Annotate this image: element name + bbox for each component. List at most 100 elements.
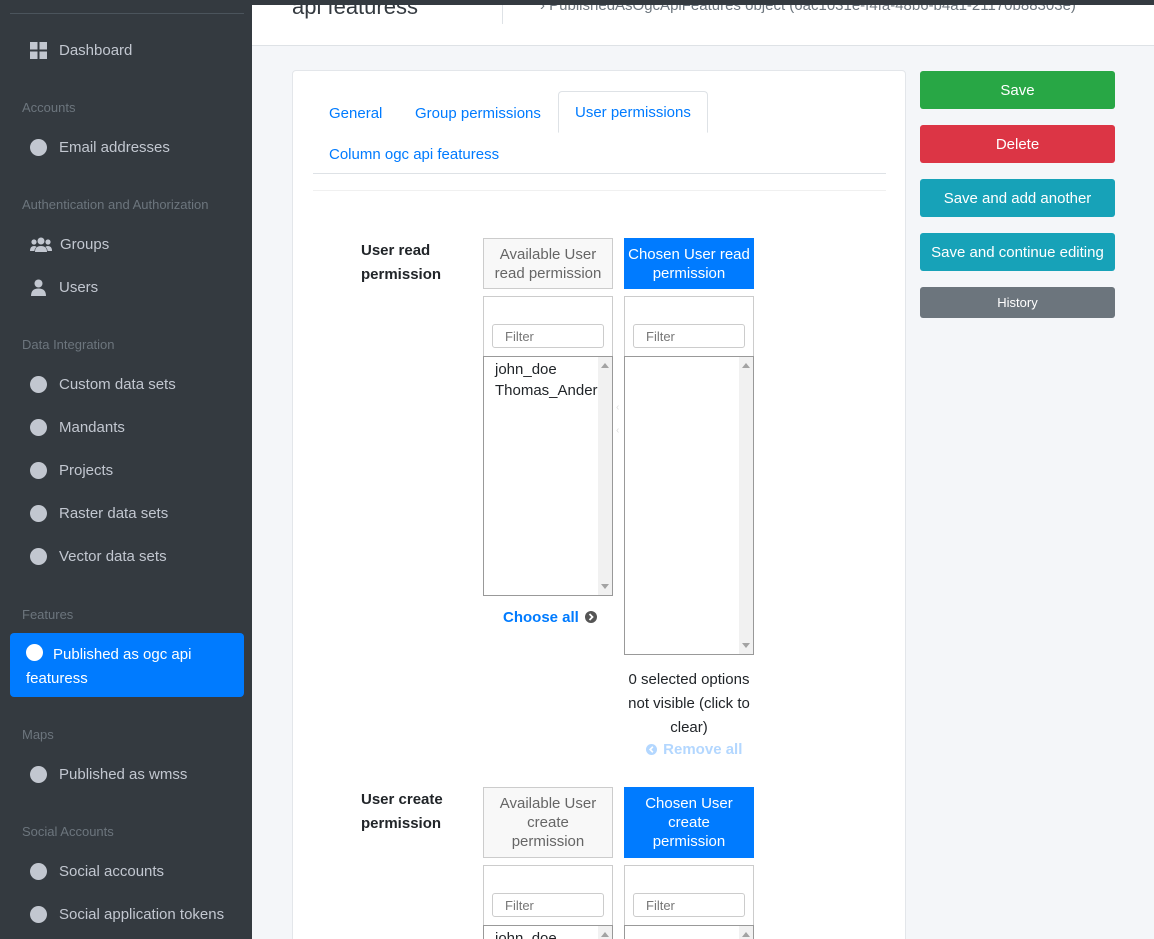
tab-user-permissions[interactable]: User permissions [558,91,708,133]
scrollbar[interactable] [598,926,612,939]
sidebar-item-social-accounts[interactable]: Social accounts [10,853,244,889]
sidebar-section-auth: Authentication and Authorization [22,197,209,212]
choose-all-label: Choose all [503,609,579,626]
circle-icon [30,418,47,436]
sidebar-item-vector-data-sets[interactable]: Vector data sets [10,538,244,574]
sidebar-item-custom-data-sets[interactable]: Custom data sets [10,366,244,402]
circle-chevron-right-icon [585,611,598,623]
filter-box-available-read [483,296,613,357]
list-option[interactable]: john_doe [484,928,612,939]
scrollbar[interactable] [739,357,753,654]
dashboard-icon [30,41,47,59]
circle-icon [30,765,47,783]
filter-input-chosen-create[interactable] [633,893,745,917]
selected-help-text[interactable]: 0 selected options not visible (click to… [624,668,754,740]
available-header-read: Available User read permission [483,238,613,289]
scroll-down-arrow-icon[interactable] [742,643,750,648]
save-button[interactable]: Save [920,71,1115,109]
sidebar-item-label: Users [59,278,99,296]
remove-arrow-icon[interactable]: ‹ [616,425,624,437]
list-option[interactable]: john_doe [484,359,612,380]
available-list-create[interactable]: john_doe [483,925,613,939]
sidebar: Dashboard Accounts Email addresses Authe… [0,0,252,939]
field-label-line1: User read [361,242,431,259]
field-label-line2: permission [361,815,442,832]
choose-all-link[interactable]: Choose all [503,609,598,626]
circle-icon [30,138,47,156]
chosen-header-line1: Chosen User [645,795,733,812]
sidebar-section-social: Social Accounts [22,824,114,839]
scroll-up-arrow-icon[interactable] [601,363,609,368]
sidebar-item-label: Published as ogc api featuress [26,641,226,691]
filter-input-chosen-read[interactable] [633,324,745,348]
filter-input-available-read[interactable] [492,324,604,348]
save-and-add-another-button[interactable]: Save and add another [920,179,1115,217]
sidebar-divider [10,13,244,14]
sidebar-item-label-line1: Published as ogc api [53,646,192,663]
sidebar-item-label: Raster data sets [59,504,169,522]
chosen-header-line2: create [668,814,710,831]
user-icon [31,279,46,296]
sidebar-item-label: Social accounts [59,862,165,880]
field-label-user-read: User read permission [361,239,441,287]
delete-button[interactable]: Delete [920,125,1115,163]
remove-all-link[interactable]: Remove all [646,741,742,758]
sidebar-item-label: Email addresses [59,138,170,156]
filter-input-available-create[interactable] [492,893,604,917]
available-list-read[interactable]: john_doe Thomas_Anderson [483,356,613,596]
circle-icon [30,547,47,565]
history-button[interactable]: History [920,287,1115,318]
sidebar-item-groups[interactable]: Groups [10,226,244,262]
chosen-list-read[interactable] [624,356,754,655]
sidebar-item-raster-data-sets[interactable]: Raster data sets [10,495,244,531]
chosen-header-line3: permission [652,833,726,850]
sidebar-item-email-addresses[interactable]: Email addresses [10,129,244,165]
save-and-continue-button[interactable]: Save and continue editing [920,233,1115,271]
sidebar-item-users[interactable]: Users [10,269,244,305]
sidebar-item-label-line2: featuress [26,670,88,687]
list-option[interactable]: Thomas_Anderson [484,380,612,401]
available-header-line1: Available User [499,795,597,812]
scroll-down-arrow-icon[interactable] [601,584,609,589]
sidebar-item-label: Dashboard [59,41,133,59]
sidebar-section-maps: Maps [22,727,54,742]
sidebar-item-published-wmss[interactable]: Published as wmss [10,756,244,792]
available-header-create: Available User create permission [483,787,613,858]
scroll-up-arrow-icon[interactable] [601,932,609,937]
chosen-list-create[interactable] [624,925,754,939]
sidebar-item-dashboard[interactable]: Dashboard [10,32,244,68]
sidebar-item-label: Projects [59,461,114,479]
help-line3: clear) [670,719,708,736]
circle-icon [30,905,47,923]
sidebar-item-published-ogc-api[interactable]: Published as ogc api featuress [10,633,244,697]
filter-box-available-create [483,865,613,926]
sidebar-item-label: Vector data sets [59,547,167,565]
scrollbar[interactable] [739,926,753,939]
sidebar-item-label: Published as wmss [59,765,188,783]
sidebar-item-projects[interactable]: Projects [10,452,244,488]
circle-icon [30,461,47,479]
sidebar-section-features: Features [22,607,74,622]
content-header: api featuress › PublishedAsOgcApiFeature… [252,0,1154,46]
help-line2: not visible (click to [628,695,750,712]
available-header-line1: Available User [499,245,597,263]
chosen-header-read: Chosen User read permission [624,238,754,289]
tab-column-ogc-api[interactable]: Column ogc api featuress [313,134,515,174]
sidebar-section-accounts: Accounts [22,100,76,115]
sidebar-section-data-integration: Data Integration [22,337,115,352]
tab-general[interactable]: General [313,93,398,133]
sidebar-item-social-tokens[interactable]: Social application tokens [10,896,244,932]
available-header-line2: read permission [494,264,602,282]
sidebar-item-mandants[interactable]: Mandants [10,409,244,445]
add-arrow-icon[interactable]: ‹ [616,402,624,414]
circle-icon [30,862,47,880]
scroll-up-arrow-icon[interactable] [742,932,750,937]
scrollbar[interactable] [598,357,612,595]
field-label-line1: User create [361,791,443,808]
filter-box-chosen-read [624,296,754,357]
help-line1: 0 selected options [628,671,750,688]
tab-group-permissions[interactable]: Group permissions [399,93,557,133]
sidebar-item-label: Groups [60,235,110,253]
scroll-up-arrow-icon[interactable] [742,363,750,368]
available-header-line2: create [527,814,569,831]
